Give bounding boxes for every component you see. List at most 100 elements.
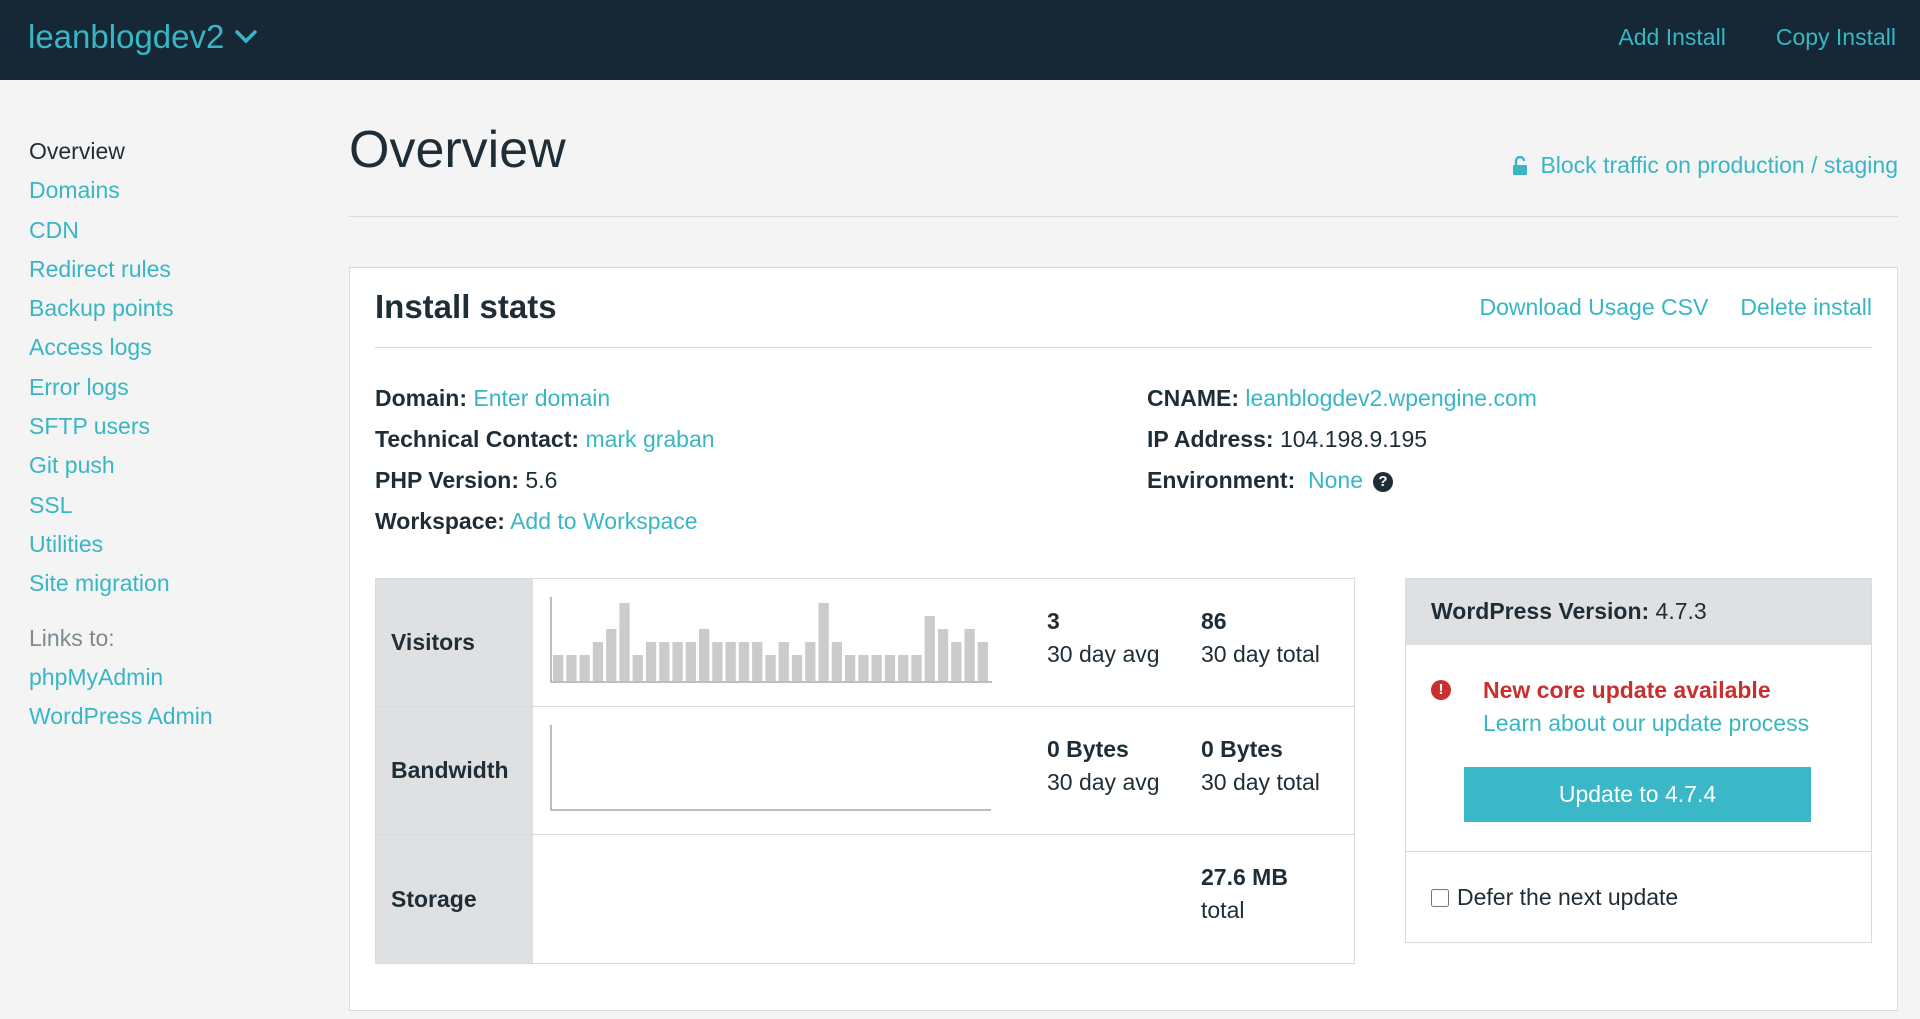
copy-install-link[interactable]: Copy Install bbox=[1776, 24, 1896, 51]
visitors-bar bbox=[672, 642, 683, 681]
bandwidth-sparkline bbox=[550, 725, 991, 811]
visitors-sparkline bbox=[550, 597, 992, 683]
add-to-workspace-link[interactable]: Add to Workspace bbox=[510, 508, 698, 534]
update-wordpress-button[interactable]: Update to 4.7.4 bbox=[1464, 767, 1811, 822]
panel-title: Install stats bbox=[375, 288, 557, 325]
defer-update-label: Defer the next update bbox=[1457, 884, 1679, 910]
workspace-row: Workspace: Add to Workspace bbox=[375, 508, 698, 534]
sidebar-nav: Overview Domains CDN Redirect rules Back… bbox=[29, 132, 309, 736]
php-version-row: PHP Version: 5.6 bbox=[375, 467, 558, 493]
sidebar-item-ssl[interactable]: SSL bbox=[29, 486, 309, 525]
wordpress-version-box: WordPress Version: 4.7.3 ! New core upda… bbox=[1405, 578, 1872, 943]
storage-label: Storage bbox=[376, 835, 533, 963]
chevron-down-icon bbox=[235, 30, 258, 44]
visitors-bar bbox=[911, 655, 922, 681]
sidebar-item-error-logs[interactable]: Error logs bbox=[29, 368, 309, 407]
visitors-bar bbox=[659, 642, 670, 681]
sidebar-item-git-push[interactable]: Git push bbox=[29, 446, 309, 485]
sidebar-item-access-logs[interactable]: Access logs bbox=[29, 328, 309, 367]
sidebar-item-redirect-rules[interactable]: Redirect rules bbox=[29, 250, 309, 289]
sidebar-item-utilities[interactable]: Utilities bbox=[29, 525, 309, 564]
wp-divider bbox=[1406, 851, 1871, 852]
visitors-bar bbox=[871, 655, 882, 681]
block-traffic-label: Block traffic on production / staging bbox=[1540, 152, 1898, 178]
visitors-bar bbox=[858, 655, 869, 681]
defer-update-checkbox[interactable] bbox=[1431, 888, 1449, 907]
download-usage-csv-link[interactable]: Download Usage CSV bbox=[1479, 294, 1708, 321]
visitors-bar bbox=[606, 629, 617, 681]
visitors-label: Visitors bbox=[376, 579, 533, 706]
visitors-bar bbox=[725, 642, 736, 681]
visitors-bar bbox=[898, 655, 909, 681]
visitors-bar bbox=[977, 642, 988, 681]
wordpress-version-value: 4.7.3 bbox=[1655, 598, 1707, 624]
sidebar-item-site-migration[interactable]: Site migration bbox=[29, 564, 309, 603]
bandwidth-total: 0 Bytes 30 day total bbox=[1201, 736, 1320, 795]
alert-title: New core update available bbox=[1483, 677, 1771, 703]
sidebar-item-cdn[interactable]: CDN bbox=[29, 211, 309, 250]
bandwidth-avg: 0 Bytes 30 day avg bbox=[1047, 736, 1160, 795]
visitors-bar bbox=[685, 642, 696, 681]
title-divider bbox=[349, 216, 1898, 217]
environment-row: Environment: None? bbox=[1147, 460, 1537, 501]
php-version-value: 5.6 bbox=[525, 467, 558, 493]
visitors-bar bbox=[765, 655, 776, 681]
visitors-total: 86 30 day total bbox=[1201, 608, 1320, 667]
visitors-bar bbox=[778, 642, 789, 681]
visitors-bar bbox=[553, 655, 564, 681]
environment-link[interactable]: None bbox=[1308, 467, 1363, 493]
bandwidth-row: Bandwidth 0 Bytes 30 day avg 0 Bytes 30 da… bbox=[376, 707, 1354, 835]
cname-row: CNAME: leanblogdev2.wpengine.com bbox=[1147, 385, 1537, 411]
sidebar-link-wordpress-admin[interactable]: WordPress Admin bbox=[29, 697, 309, 736]
visitors-bar bbox=[884, 655, 896, 681]
sidebar-item-overview[interactable]: Overview bbox=[29, 132, 309, 171]
visitors-bar bbox=[712, 642, 723, 681]
visitors-row: Visitors 3 30 day avg 86 30 day total bbox=[376, 579, 1354, 707]
visitors-bar bbox=[566, 655, 577, 681]
visitors-bar bbox=[632, 655, 643, 681]
storage-row: Storage 27.6 MB total bbox=[376, 835, 1354, 963]
unlock-icon bbox=[1513, 155, 1528, 175]
ip-address-row: IP Address: 104.198.9.195 bbox=[1147, 426, 1428, 452]
visitors-bar bbox=[964, 629, 975, 681]
storage-total: 27.6 MB total bbox=[1201, 864, 1288, 923]
visitors-bar bbox=[805, 642, 816, 681]
visitors-bar bbox=[924, 616, 935, 681]
sidebar-link-phpmyadmin[interactable]: phpMyAdmin bbox=[29, 658, 309, 697]
block-traffic-link[interactable]: Block traffic on production / staging bbox=[1512, 152, 1898, 179]
site-switcher[interactable]: leanblogdev2 bbox=[28, 18, 258, 56]
technical-contact-row: Technical Contact: mark graban bbox=[375, 426, 715, 452]
bandwidth-label: Bandwidth bbox=[376, 707, 533, 834]
visitors-bar bbox=[699, 629, 710, 681]
visitors-bar bbox=[937, 629, 949, 681]
update-process-link[interactable]: Learn about our update process bbox=[1483, 710, 1809, 737]
main-content: Overview Block traffic on production / s… bbox=[349, 120, 1898, 217]
visitors-bar bbox=[818, 603, 829, 681]
add-install-link[interactable]: Add Install bbox=[1618, 24, 1725, 51]
install-info-left: Domain: Enter domain Technical Contact: … bbox=[375, 378, 715, 542]
site-name: leanblogdev2 bbox=[28, 18, 225, 55]
sidebar-item-domains[interactable]: Domains bbox=[29, 171, 309, 210]
technical-contact-link[interactable]: mark graban bbox=[585, 426, 714, 452]
delete-install-link[interactable]: Delete install bbox=[1740, 294, 1872, 321]
domain-link[interactable]: Enter domain bbox=[473, 385, 610, 411]
install-stats-panel: Install stats Download Usage CSV Delete … bbox=[349, 267, 1898, 1011]
top-bar: leanblogdev2 Add Install Copy Install bbox=[0, 0, 1920, 80]
usage-stats-table: Visitors 3 30 day avg 86 30 day total Band… bbox=[375, 578, 1355, 964]
install-info-right: CNAME: leanblogdev2.wpengine.com IP Addr… bbox=[1147, 378, 1537, 501]
domain-row: Domain: Enter domain bbox=[375, 385, 611, 411]
ip-address-value: 104.198.9.195 bbox=[1279, 426, 1428, 452]
help-icon[interactable]: ? bbox=[1373, 471, 1393, 492]
sidebar-item-backup-points[interactable]: Backup points bbox=[29, 289, 309, 328]
visitors-bar bbox=[752, 642, 763, 681]
defer-update-option[interactable]: Defer the next update bbox=[1431, 884, 1678, 911]
panel-header: Install stats Download Usage CSV Delete … bbox=[375, 268, 1872, 348]
visitors-avg: 3 30 day avg bbox=[1047, 608, 1160, 667]
visitors-bar bbox=[845, 655, 856, 681]
alert-icon: ! bbox=[1431, 680, 1451, 700]
sidebar-item-sftp-users[interactable]: SFTP users bbox=[29, 407, 309, 446]
visitors-bar bbox=[738, 642, 750, 681]
visitors-bar bbox=[645, 642, 657, 681]
cname-link[interactable]: leanblogdev2.wpengine.com bbox=[1245, 385, 1537, 411]
visitors-bar bbox=[791, 655, 803, 681]
